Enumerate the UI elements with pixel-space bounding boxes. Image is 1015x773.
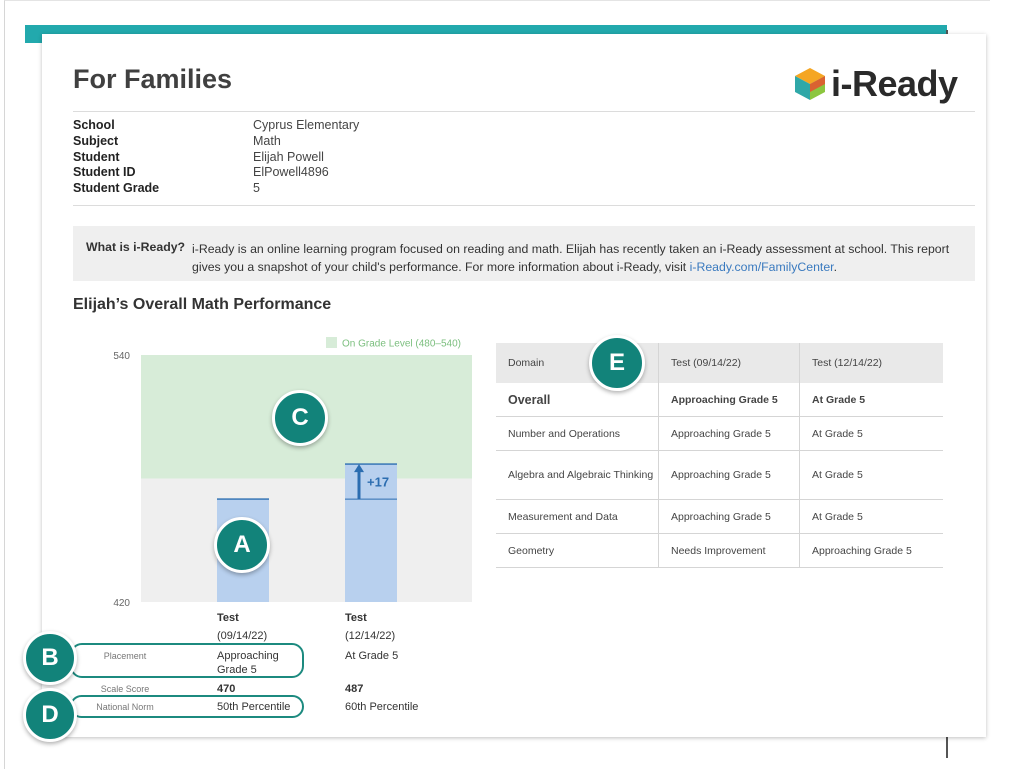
info-value: Cyprus Elementary <box>253 118 360 132</box>
legend-swatch <box>326 337 337 348</box>
page-title: For Families <box>73 64 233 94</box>
domain-row-measurement: Measurement and Data Approaching Grade 5… <box>496 499 943 534</box>
info-row-school: School Cyprus Elementary <box>73 118 359 134</box>
test-2-label: Test <box>345 612 367 624</box>
domain-row-overall: Overall Approaching Grade 5 At Grade 5 <box>496 383 943 417</box>
info-row-student-id: Student ID ElPowell4896 <box>73 165 359 181</box>
growth-label: +17 <box>367 475 389 490</box>
iready-logo: i-Ready <box>793 63 973 106</box>
domain-cell: Number and Operations <box>496 416 659 451</box>
domain-cell: Approaching Grade 5 <box>799 533 943 568</box>
domain-cell: At Grade 5 <box>799 383 943 417</box>
domain-header: Test (09/14/22) <box>658 343 800 383</box>
divider <box>73 205 975 206</box>
badge-d: D <box>23 688 77 742</box>
domain-row-algebra: Algebra and Algebraic Thinking Approachi… <box>496 450 943 500</box>
test-2-scale-score: 487 <box>345 683 364 695</box>
student-info: School Cyprus Elementary Subject Math Stud… <box>73 118 359 197</box>
legend-label: On Grade Level (480–540) <box>342 339 461 350</box>
domain-cell: At Grade 5 <box>799 499 943 534</box>
row-label-national-norm: National Norm <box>96 702 154 712</box>
test-2-date: (12/14/22) <box>345 630 396 642</box>
badge-e: E <box>589 335 645 391</box>
domain-cell: At Grade 5 <box>799 416 943 451</box>
test-1-scale-score: 470 <box>217 683 236 695</box>
what-is-text: i-Ready is an online learning program fo… <box>192 240 962 276</box>
divider <box>73 111 975 112</box>
cube-logo-icon <box>795 68 825 100</box>
section-title: Elijah’s Overall Math Performance <box>73 296 332 313</box>
domain-cell: Approaching Grade 5 <box>658 499 800 534</box>
info-value: Elijah Powell <box>253 149 324 164</box>
badge-a: A <box>214 517 270 573</box>
info-row-student: Student Elijah Powell <box>73 150 359 166</box>
info-label: Subject <box>73 133 119 148</box>
domain-header-row: Domain Test (09/14/22) Test (12/14/22) <box>496 343 943 383</box>
test-1-label: Test <box>217 612 239 624</box>
test-2-placement: At Grade 5 <box>345 650 399 662</box>
domain-cell: Overall <box>496 383 659 417</box>
domain-cell: At Grade 5 <box>799 450 943 500</box>
domain-table: Domain Test (09/14/22) Test (12/14/22) O… <box>496 343 943 568</box>
y-tick-label: 420 <box>113 598 130 609</box>
info-value: 5 <box>253 181 260 196</box>
what-is-iready-box: What is i-Ready? i-Ready is an online le… <box>73 226 975 281</box>
y-tick-label: 540 <box>113 351 130 362</box>
badge-b: B <box>23 631 77 685</box>
info-label: Student <box>73 149 120 164</box>
test-1-date: (09/14/22) <box>217 630 268 642</box>
info-row-grade: Student Grade 5 <box>73 181 359 197</box>
test-2-national-norm: 60th Percentile <box>345 701 419 713</box>
badge-c: C <box>272 390 328 446</box>
domain-header: Test (12/14/22) <box>799 343 943 383</box>
info-label: Student Grade <box>73 181 160 196</box>
domain-row-geometry: Geometry Needs Improvement Approaching G… <box>496 533 943 568</box>
domain-cell: Geometry <box>496 533 659 568</box>
performance-chart: On Grade Level (480–540) 420 540 +17 <box>113 337 472 609</box>
domain-row-number-operations: Number and Operations Approaching Grade … <box>496 416 943 451</box>
info-row-subject: Subject Math <box>73 134 359 150</box>
description-end: . <box>833 260 838 274</box>
info-value: ElPowell4896 <box>253 165 329 180</box>
what-is-label: What is i-Ready? <box>86 240 186 254</box>
domain-cell: Approaching Grade 5 <box>658 450 800 500</box>
domain-cell: Approaching Grade 5 <box>658 383 800 417</box>
row-label-scale-score: Scale Score <box>100 684 150 694</box>
logo-wordmark: i-Ready <box>831 63 958 104</box>
family-center-link[interactable]: i-Ready.com/FamilyCenter <box>690 260 834 274</box>
info-label: School <box>73 118 115 132</box>
row-label-placement: Placement <box>103 651 147 661</box>
domain-cell: Needs Improvement <box>658 533 800 568</box>
info-label: Student ID <box>73 165 136 180</box>
test-1-placement: Approaching Grade 5 <box>217 650 279 676</box>
domain-cell: Approaching Grade 5 <box>658 416 800 451</box>
domain-cell: Algebra and Algebraic Thinking <box>496 450 659 500</box>
domain-cell: Measurement and Data <box>496 499 659 534</box>
test-1-national-norm: 50th Percentile <box>217 701 291 713</box>
info-value: Math <box>253 133 281 148</box>
